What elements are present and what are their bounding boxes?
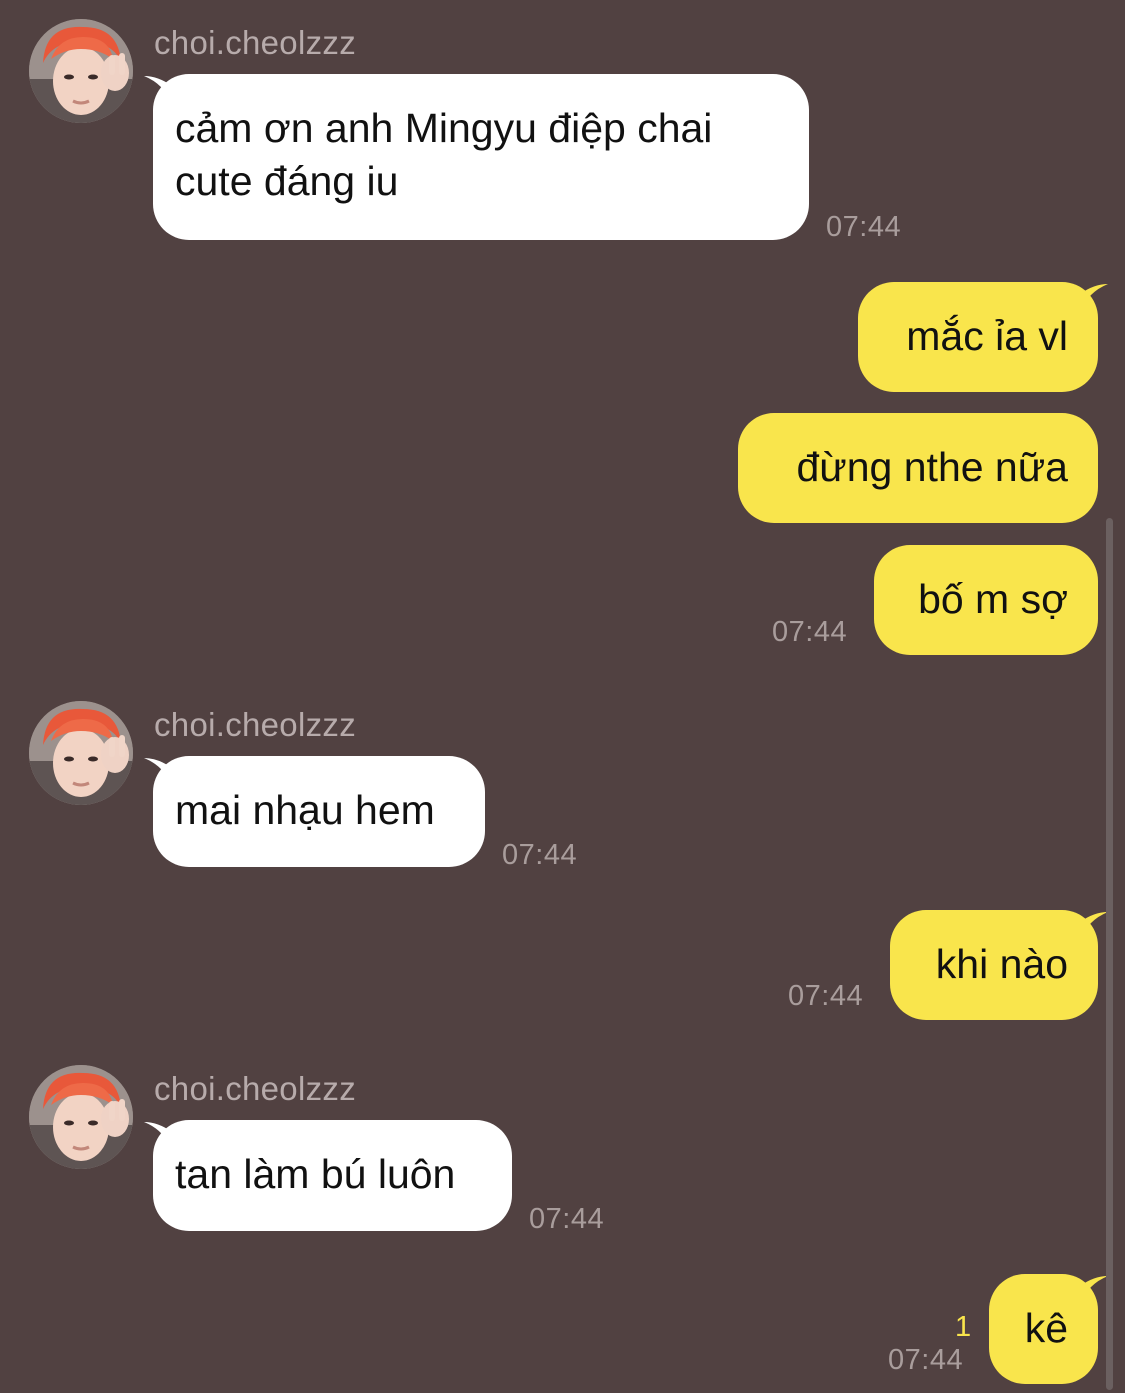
profile-photo-avatar-icon (29, 1065, 133, 1169)
message-bubble-outgoing[interactable]: khi nào (890, 910, 1098, 1020)
message-bubble-outgoing[interactable]: mắc ỉa vl (858, 282, 1098, 392)
scrollbar[interactable] (1106, 518, 1113, 1390)
message-bubble-outgoing[interactable]: kê (989, 1274, 1098, 1384)
sender-name: choi.cheolzzz (154, 1070, 356, 1107)
sender-name: choi.cheolzzz (154, 24, 356, 61)
message-bubble-incoming[interactable]: tan làm bú luôn (153, 1120, 512, 1231)
message-bubble-incoming[interactable]: mai nhạu hem (153, 756, 485, 867)
chat-message-list[interactable]: choi.cheolzzz cảm ơn anh Mingyu điệp cha… (0, 0, 1125, 1393)
message-timestamp: 07:44 (529, 1203, 605, 1235)
profile-photo-avatar-icon (29, 19, 133, 123)
contact-avatar[interactable] (29, 701, 133, 805)
message-timestamp: 07:44 (502, 839, 578, 871)
profile-photo-avatar-icon (29, 701, 133, 805)
message-timestamp: 07:44 (772, 616, 848, 648)
message-timestamp: 07:44 (788, 980, 864, 1012)
message-bubble-incoming[interactable]: cảm ơn anh Mingyu điệp chai cute đáng iu (153, 74, 809, 240)
sender-name: choi.cheolzzz (154, 706, 356, 743)
message-timestamp: 07:44 (888, 1344, 964, 1376)
message-timestamp: 07:44 (826, 211, 902, 243)
contact-avatar[interactable] (29, 19, 133, 123)
message-bubble-outgoing[interactable]: đừng nthe nữa (738, 413, 1098, 523)
message-bubble-outgoing[interactable]: bố m sợ (874, 545, 1098, 655)
unread-count: 1 (955, 1311, 972, 1343)
contact-avatar[interactable] (29, 1065, 133, 1169)
